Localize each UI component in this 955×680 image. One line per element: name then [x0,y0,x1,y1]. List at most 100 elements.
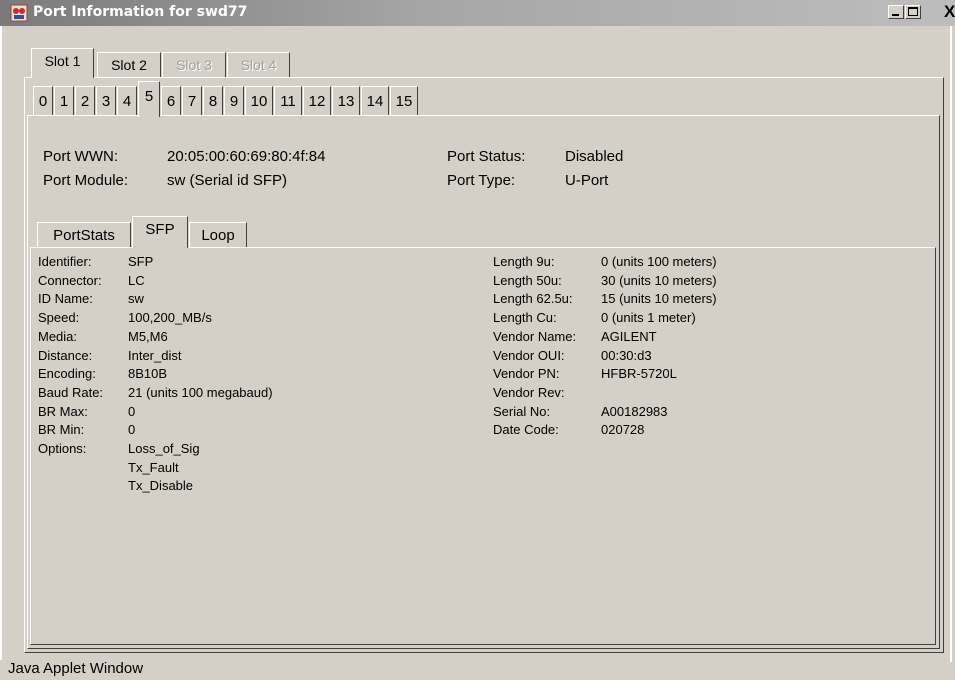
port-type-value: U-Port [565,172,609,189]
sfp-field-label: Length Cu: [493,310,557,326]
sfp-field-label: Options: [38,441,87,456]
sfp-field-label: Length 62.5u: [493,291,573,307]
tab-port-5[interactable]: 5 [138,81,160,117]
sfp-field-value: Tx_Disable [128,478,194,494]
sfp-field-value: 0 (units 1 meter) [601,310,696,326]
tab-portstats-label: PortStats [53,227,115,244]
sfp-field-value: SFP [128,254,154,269]
tab-port-label: 10 [250,93,268,110]
port-module-label: Port Module: [43,172,129,189]
sfp-field-value: AGILENT [601,328,657,344]
tab-slot-4[interactable]: Slot 4 [227,52,290,78]
sfp-field-label: ID Name: [38,291,93,307]
tab-sfp[interactable]: SFP [132,216,188,248]
tab-port-3[interactable]: 3 [96,86,116,116]
tab-port-label: 2 [80,93,90,110]
tab-port-6[interactable]: 6 [161,86,181,116]
sfp-field-value: Inter_dist [128,347,182,363]
sfp-field-label: Length 9u: [493,254,555,269]
sfp-field-label: Date Code: [493,422,559,438]
java-applet-icon [10,4,28,22]
sfp-field-value: M5,M6 [128,328,168,344]
tab-port-11[interactable]: 11 [274,86,302,116]
tab-port-label: 3 [101,93,111,110]
port-wwn-value: 20:05:00:60:69:80:4f:84 [167,148,326,165]
sfp-field-value: 15 (units 10 meters) [601,291,717,307]
tab-slot-2[interactable]: Slot 2 [97,52,161,78]
tab-port-12[interactable]: 12 [303,86,331,116]
tab-port-15[interactable]: 15 [390,86,418,116]
port-wwn-label: Port WWN: [43,148,118,165]
tab-slot-3-label: Slot 3 [176,57,212,73]
sfp-field-value: HFBR-5720L [601,366,677,382]
window-frame-edge-left [0,26,2,660]
tab-port-label: 15 [395,93,413,110]
sfp-field-value: 21 (units 100 megabaud) [128,384,273,400]
tab-port-0[interactable]: 0 [33,86,53,116]
tab-slot-3[interactable]: Slot 3 [162,52,226,78]
tab-port-label: 13 [337,93,355,110]
tab-port-14[interactable]: 14 [361,86,389,116]
tab-slot-4-label: Slot 4 [240,57,277,73]
tab-slot-2-label: Slot 2 [111,57,147,73]
sfp-field-label: Baud Rate: [38,384,104,400]
sfp-field-value: 00:30:d3 [601,347,652,363]
sfp-field-label: Serial No: [493,403,551,419]
sfp-field-value: LC [128,272,145,288]
sfp-field-value: 0 [128,403,136,419]
title-bar[interactable]: Port Information for swd77 X [0,0,955,26]
sfp-field-label: BR Min: [38,422,85,438]
sfp-field-value: A00182983 [601,403,668,419]
sfp-field-value: 30 (units 10 meters) [601,272,717,288]
sfp-field-value: Tx_Fault [128,459,179,475]
maximize-icon [908,7,918,16]
tab-portstats[interactable]: PortStats [37,222,131,248]
sfp-field-value: sw [128,291,144,307]
tab-port-9[interactable]: 9 [224,86,244,116]
minimize-button[interactable] [888,5,904,19]
sfp-field-label: Vendor PN: [493,366,560,382]
tab-loop[interactable]: Loop [189,222,247,248]
tab-port-8[interactable]: 8 [203,86,223,116]
sfp-field-value: 020728 [601,422,645,438]
tab-port-1[interactable]: 1 [54,86,74,116]
maximize-button[interactable] [905,5,921,19]
close-button[interactable]: X [944,2,955,22]
sfp-field-label: Media: [38,328,78,344]
sfp-field-label: BR Max: [38,403,88,419]
window-frame-edge [950,26,952,662]
sfp-field-label: Speed: [38,310,80,326]
tab-port-7[interactable]: 7 [182,86,202,116]
port-status-value: Disabled [565,148,624,165]
port-type-label: Port Type: [447,172,516,189]
port-status-label: Port Status: [447,148,526,165]
sfp-field-label: Vendor Rev: [493,384,565,400]
tab-slot-1-label: Slot 1 [44,53,81,69]
tab-port-2[interactable]: 2 [75,86,95,116]
sfp-field-label: Distance: [38,347,93,363]
tab-port-label: 4 [122,93,132,110]
window-title: Port Information for swd77 [33,4,248,20]
tab-port-label: 11 [280,93,296,110]
sfp-field-label: Vendor OUI: [493,347,565,363]
tab-port-label: 5 [144,88,154,105]
tab-port-label: 7 [187,93,197,110]
tab-port-10[interactable]: 10 [245,86,273,116]
tab-slot-1[interactable]: Slot 1 [31,48,94,78]
tab-port-4[interactable]: 4 [117,86,137,116]
tab-sfp-label: SFP [145,221,175,238]
sfp-field-label: Identifier: [38,254,92,269]
sfp-field-value: 8B10B [128,366,168,382]
sfp-field-value: Loss_of_Sig [128,441,200,456]
sfp-field-label: Connector: [38,272,102,288]
tab-port-label: 0 [38,93,48,110]
tab-port-13[interactable]: 13 [332,86,360,116]
applet-status-text: Java Applet Window [8,660,144,677]
tab-port-label: 6 [166,93,176,110]
tab-port-label: 12 [308,93,326,110]
tab-port-label: 8 [208,93,218,110]
sfp-field-value: 0 [128,422,136,438]
sfp-field-label: Encoding: [38,366,96,382]
tab-port-label: 1 [59,93,69,110]
minimize-icon [892,14,899,16]
